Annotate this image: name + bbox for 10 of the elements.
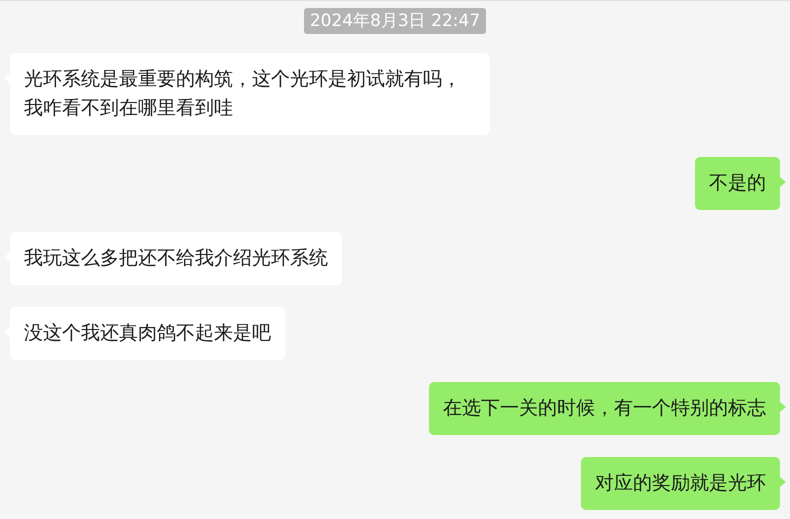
received-message: 光环系统是最重要的构筑，这个光环是初试就有吗，我咋看不到在哪里看到哇 xyxy=(10,53,490,135)
received-message: 没这个我还真肉鸽不起来是吧 xyxy=(10,307,285,360)
received-message: 我玩这么多把还不给我介绍光环系统 xyxy=(10,232,342,285)
sent-message: 对应的奖励就是光环 xyxy=(581,457,780,510)
sent-message: 不是的 xyxy=(695,157,780,210)
bubble-tail xyxy=(780,177,786,187)
bubble-tail xyxy=(780,477,786,487)
sent-message: 在选下一关的时候，有一个特别的标志 xyxy=(429,382,780,435)
timestamp: 2024年8月3日 22:47 xyxy=(304,8,486,34)
bubble-tail xyxy=(780,402,786,412)
